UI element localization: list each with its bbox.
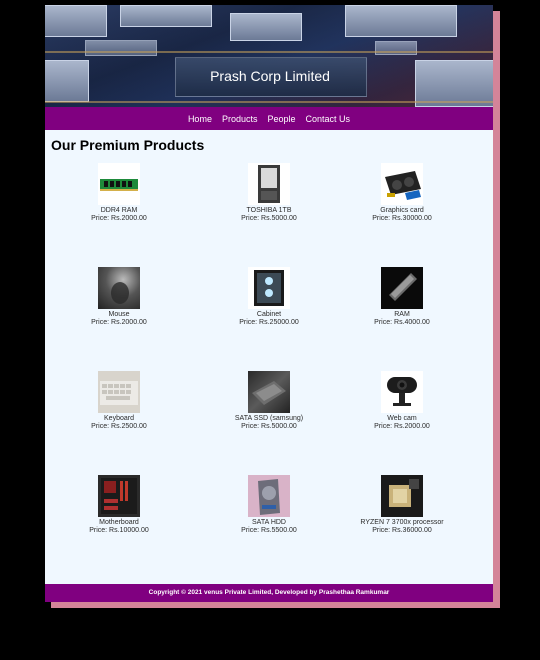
product-price: Price: Rs.36000.00	[372, 527, 432, 534]
product-card[interactable]: Cabinet Price: Rs.25000.00	[195, 267, 343, 327]
graphics-card-icon	[381, 163, 423, 205]
product-card[interactable]: DDR4 RAM Price: Rs.2000.00	[45, 163, 193, 223]
product-name: SATA SSD (samsung)	[234, 415, 304, 422]
product-name: Cabinet	[256, 311, 282, 318]
keyboard-icon	[98, 371, 140, 413]
product-price: Price: Rs.5000.00	[241, 423, 297, 430]
product-name: Graphics card	[380, 207, 424, 214]
product-price: Price: Rs.5500.00	[241, 527, 297, 534]
nav-home[interactable]: Home	[183, 114, 217, 124]
product-price: Price: Rs.10000.00	[89, 527, 149, 534]
banner-trace	[45, 101, 493, 103]
banner-trace	[45, 51, 493, 53]
banner-chip	[120, 5, 212, 27]
product-price: Price: Rs.4000.00	[374, 319, 430, 326]
product-card[interactable]: Motherboard Price: Rs.10000.00	[45, 475, 193, 535]
product-card[interactable]: TOSHIBA 1TB Price: Rs.5000.00	[195, 163, 343, 223]
banner-chip	[85, 40, 157, 56]
motherboard-icon	[98, 475, 140, 517]
ram-stick-icon	[98, 163, 140, 205]
product-name: Web cam	[387, 415, 417, 422]
hdd-icon	[248, 475, 290, 517]
product-price: Price: Rs.25000.00	[239, 319, 299, 326]
banner-chip	[230, 13, 302, 41]
nav-contact-us[interactable]: Contact Us	[301, 114, 356, 124]
product-card[interactable]: SATA SSD (samsung) Price: Rs.5000.00	[195, 371, 343, 431]
webcam-icon	[381, 371, 423, 413]
page-container: Prash Corp Limited Home Products People …	[45, 5, 493, 602]
cabinet-icon	[248, 267, 290, 309]
product-price: Price: Rs.2000.00	[91, 215, 147, 222]
product-card[interactable]: Keyboard Price: Rs.2500.00	[45, 371, 193, 431]
product-name: RYZEN 7 3700x processor	[360, 519, 444, 526]
product-price: Price: Rs.5000.00	[241, 215, 297, 222]
nav-products[interactable]: Products	[217, 114, 263, 124]
hard-drive-icon	[248, 163, 290, 205]
nav-people[interactable]: People	[262, 114, 300, 124]
product-name: Motherboard	[99, 519, 139, 526]
product-card[interactable]: RAM Price: Rs.4000.00	[328, 267, 476, 327]
header-banner: Prash Corp Limited	[45, 5, 493, 107]
product-card[interactable]: SATA HDD Price: Rs.5500.00	[195, 475, 343, 535]
page-footer: Copyright © 2021 venus Private Limited, …	[45, 584, 493, 602]
banner-chip	[415, 60, 493, 107]
processor-icon	[381, 475, 423, 517]
product-name: DDR4 RAM	[100, 207, 138, 214]
product-name: TOSHIBA 1TB	[246, 207, 292, 214]
product-price: Price: Rs.30000.00	[372, 215, 432, 222]
mouse-icon	[98, 267, 140, 309]
product-card[interactable]: Graphics card Price: Rs.30000.00	[328, 163, 476, 223]
product-price: Price: Rs.2000.00	[91, 319, 147, 326]
product-price: Price: Rs.2500.00	[91, 423, 147, 430]
product-name: Keyboard	[104, 415, 134, 422]
page-heading: Our Premium Products	[51, 137, 205, 153]
product-card[interactable]: Mouse Price: Rs.2000.00	[45, 267, 193, 327]
product-name: RAM	[394, 311, 410, 318]
ram-icon	[381, 267, 423, 309]
main-nav: Home Products People Contact Us	[45, 107, 493, 130]
site-title: Prash Corp Limited	[210, 68, 330, 84]
product-card[interactable]: Web cam Price: Rs.2000.00	[328, 371, 476, 431]
product-name: SATA HDD	[252, 519, 286, 526]
ssd-icon	[248, 371, 290, 413]
product-name: Mouse	[108, 311, 130, 318]
banner-chip	[45, 60, 89, 102]
banner-chip	[45, 5, 107, 37]
product-price: Price: Rs.2000.00	[374, 423, 430, 430]
banner-chip	[345, 5, 457, 37]
product-card[interactable]: RYZEN 7 3700x processor Price: Rs.36000.…	[328, 475, 476, 535]
